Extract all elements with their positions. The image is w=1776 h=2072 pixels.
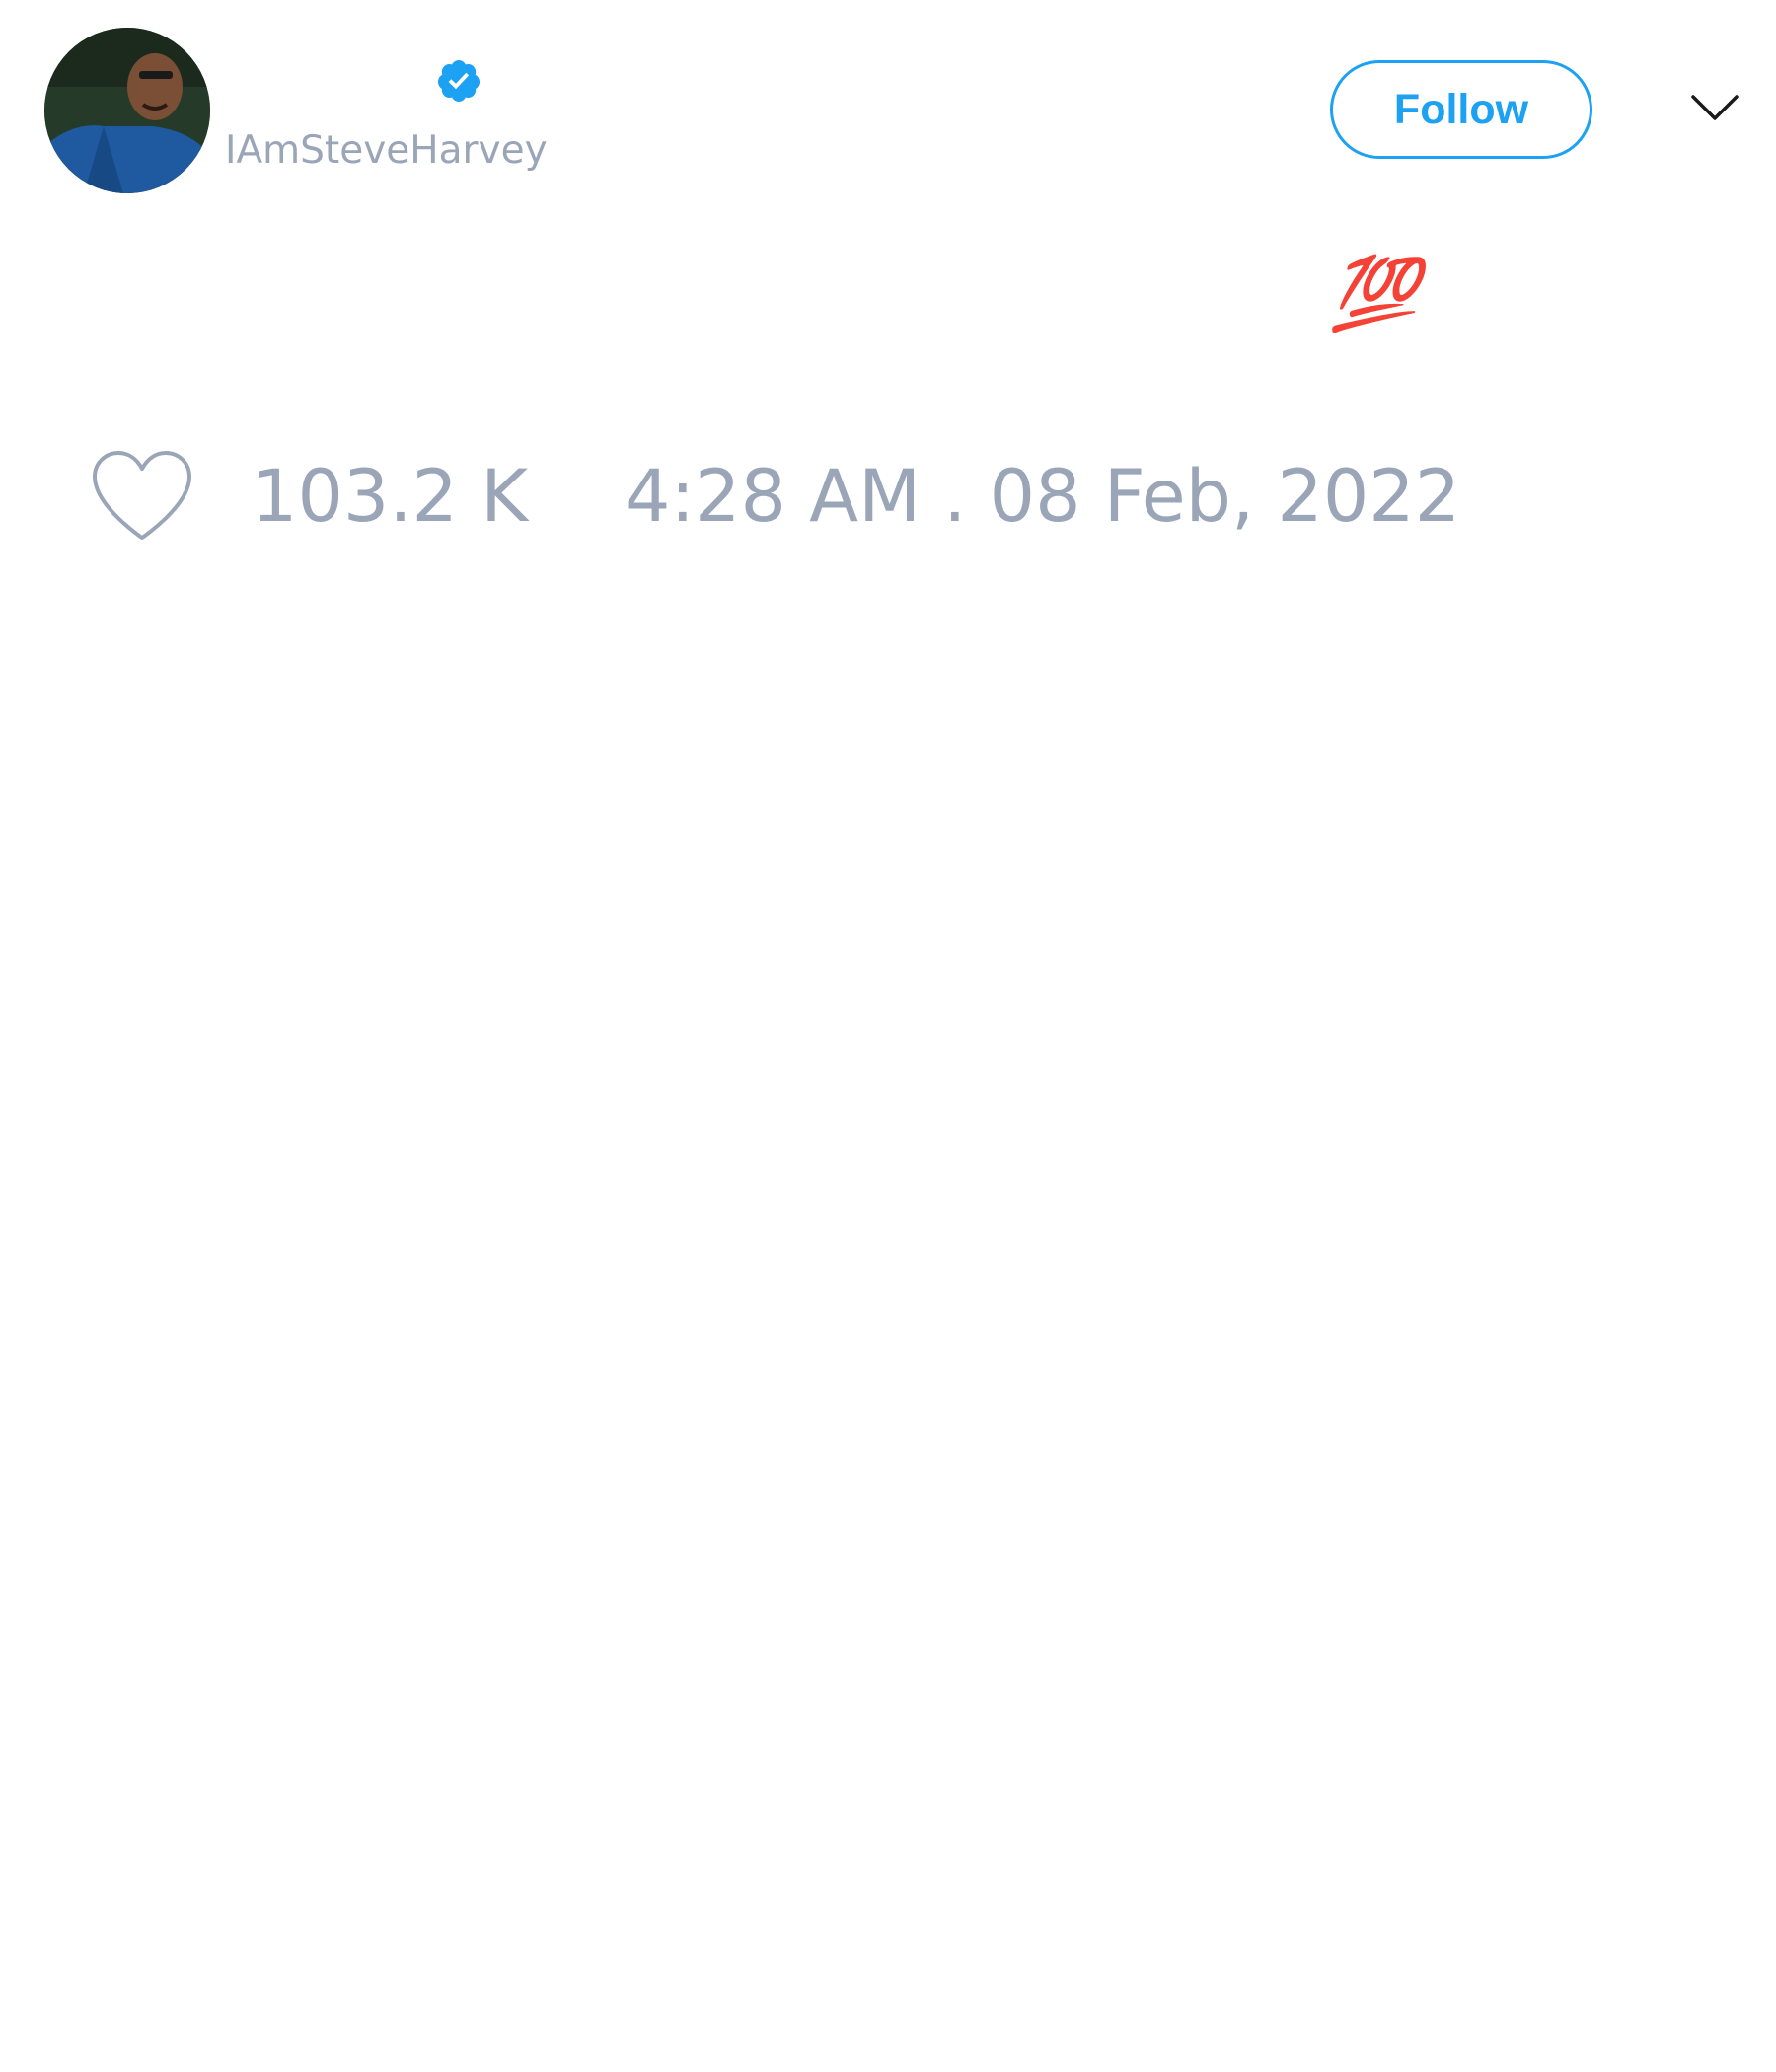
follow-button[interactable]: Follow — [1330, 60, 1592, 159]
hundred-points-emoji: 💯 — [1330, 252, 1419, 334]
avatar[interactable] — [44, 28, 210, 193]
tweet-text: 💯 — [1330, 244, 1419, 340]
like-count: 103.2 K — [252, 455, 529, 539]
verified-badge-icon — [435, 57, 482, 105]
heart-icon[interactable] — [89, 449, 195, 544]
avatar-image — [44, 28, 210, 193]
chevron-down-icon[interactable] — [1690, 91, 1739, 124]
tweet-timestamp[interactable]: 4:28 AM . 08 Feb, 2022 — [625, 456, 1460, 539]
author-handle[interactable]: IAmSteveHarvey — [225, 126, 548, 176]
